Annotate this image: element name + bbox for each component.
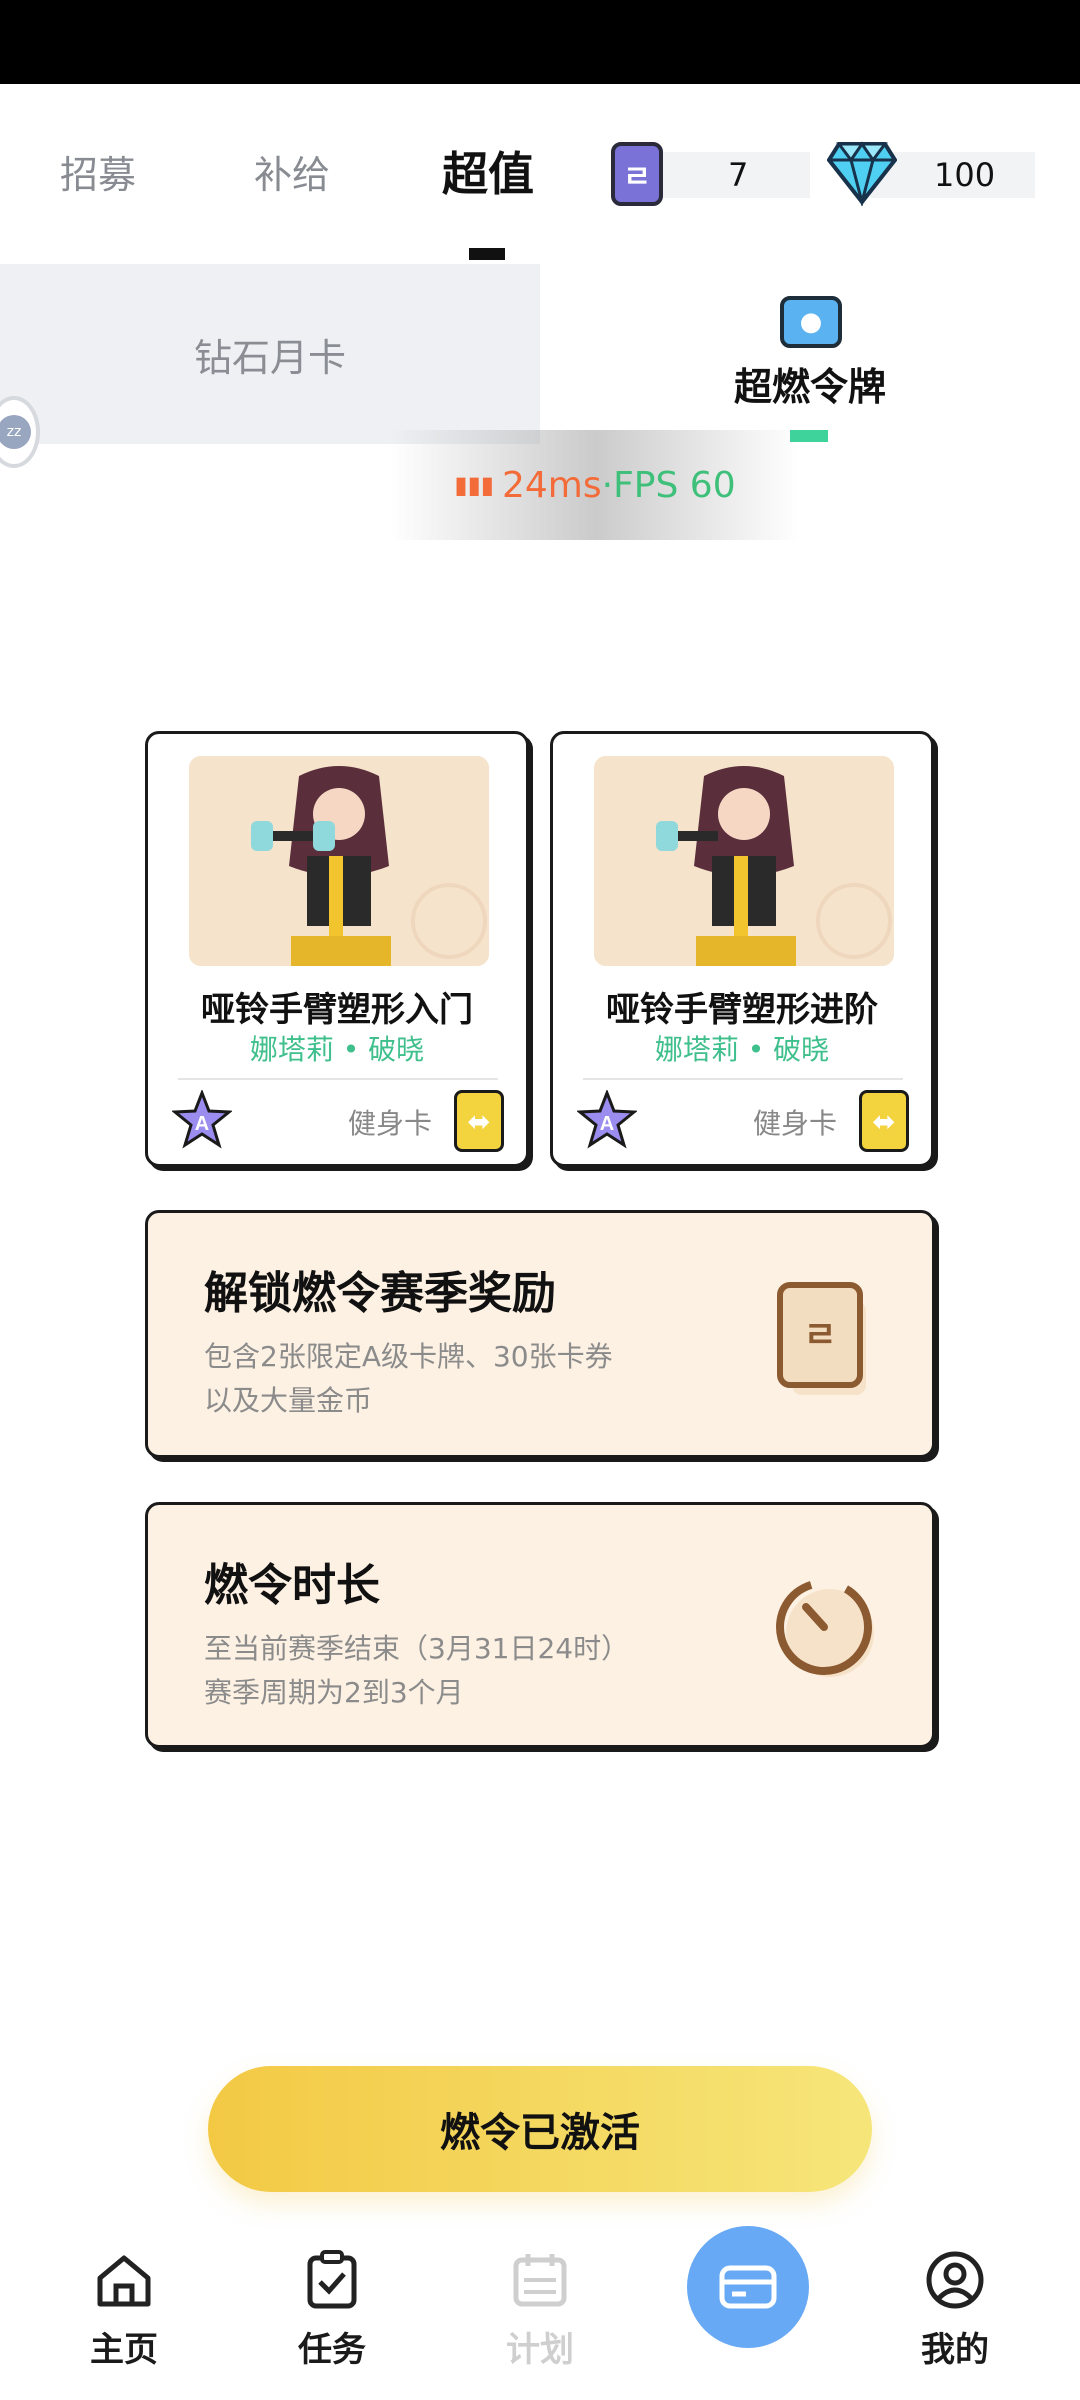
- panel-line: 至当前赛季结束（3月31日24时）: [204, 1632, 630, 1665]
- network-overlay: ▮▮▮ 24ms · FPS 60: [390, 430, 800, 540]
- task-icon: [307, 2250, 357, 2309]
- token-count: 7: [728, 156, 749, 194]
- panel-line: 赛季周期为2到3个月: [204, 1676, 464, 1709]
- card-character-image: [189, 756, 489, 966]
- nav-label: 任务: [298, 2330, 366, 2370]
- token-card-icon: ㄹ: [777, 1282, 866, 1395]
- timer-icon: [776, 1579, 874, 1677]
- profile-icon: [926, 2251, 984, 2309]
- bottom-nav: 主页 任务 计划 我的: [0, 2226, 1080, 2400]
- nav-home[interactable]: 主页: [54, 2248, 194, 2371]
- token-balance: 7: [650, 152, 810, 198]
- signal-icon: ▮▮▮: [454, 471, 494, 499]
- season-rewards-panel: 解锁燃令赛季奖励 包含2张限定A级卡牌、30张卡券 以及大量金币 ㄹ: [145, 1210, 935, 1458]
- panel-title: 解锁燃令赛季奖励: [204, 1268, 556, 1319]
- tab-value[interactable]: 超值: [442, 138, 534, 204]
- calendar-icon: [513, 2254, 567, 2307]
- net-separator: ·: [601, 464, 614, 506]
- card-title: 哑铃手臂塑形进阶: [606, 990, 878, 1030]
- season-duration-panel: 燃令时长 至当前赛季结束（3月31日24时） 赛季周期为2到3个月: [145, 1502, 935, 1748]
- panel-title: 燃令时长: [204, 1560, 380, 1611]
- nav-tasks[interactable]: 任务: [262, 2248, 402, 2371]
- fitness-card[interactable]: 哑铃手臂塑形进阶 娜塔莉 • 破晓 A 健身卡 ⬌: [550, 731, 934, 1167]
- tab-recruit[interactable]: 招募: [60, 144, 136, 199]
- top-nav: 招募 补给 超值 7 ㄹ 100: [0, 84, 1080, 264]
- card-type-label: 健身卡: [348, 1107, 433, 1140]
- diamond-count: 100: [934, 156, 996, 194]
- dumbbell-icon: ⬌: [859, 1090, 909, 1152]
- latency-value: 24ms: [502, 464, 602, 506]
- card-character-image: [594, 756, 894, 966]
- diamond-icon: [827, 141, 897, 206]
- card-divider: [583, 1078, 903, 1080]
- token-activated-button[interactable]: 燃令已激活: [208, 2066, 872, 2192]
- card-subtitle: 娜塔莉 • 破晓: [654, 1033, 830, 1066]
- home-icon: [97, 2255, 151, 2307]
- nav-card[interactable]: [687, 2226, 809, 2348]
- tab-supply[interactable]: 补给: [254, 144, 330, 199]
- card-icon: [719, 2265, 777, 2309]
- svg-text:ㄹ: ㄹ: [803, 1315, 836, 1356]
- dumbbell-icon: ⬌: [454, 1090, 504, 1152]
- droplet-icon: ●: [780, 296, 842, 348]
- nav-plan[interactable]: 计划: [470, 2248, 610, 2371]
- nav-label: 我的: [921, 2330, 989, 2370]
- nav-label: 计划: [506, 2330, 574, 2370]
- card-type-label: 健身卡: [753, 1107, 838, 1140]
- panel-line: 包含2张限定A级卡牌、30张卡券: [204, 1340, 613, 1373]
- subtab-burn-token[interactable]: ● 超燃令牌: [540, 264, 1080, 444]
- fitness-card[interactable]: 哑铃手臂塑形入门 娜塔莉 • 破晓 A 健身卡 ⬌: [145, 731, 529, 1167]
- svg-text:A: A: [195, 1113, 209, 1135]
- floating-ball-label: zz: [0, 415, 31, 449]
- subtab-diamond-monthly-card[interactable]: 钻石月卡: [0, 264, 540, 444]
- card-subtitle: 娜塔莉 • 破晓: [249, 1033, 425, 1066]
- nav-label: 主页: [90, 2330, 158, 2370]
- status-bar: [0, 0, 1080, 84]
- nav-profile[interactable]: 我的: [885, 2248, 1025, 2371]
- card-divider: [178, 1078, 498, 1080]
- subtab-label: 超燃令牌: [733, 365, 886, 409]
- rank-star-icon: A: [172, 1090, 232, 1149]
- card-title: 哑铃手臂塑形入门: [201, 990, 473, 1030]
- svg-text:A: A: [600, 1113, 614, 1135]
- token-icon: ㄹ: [611, 142, 663, 206]
- active-tab-indicator: [469, 248, 505, 260]
- rank-star-icon: A: [577, 1090, 637, 1149]
- fps-value: FPS 60: [613, 464, 736, 506]
- panel-line: 以及大量金币: [204, 1384, 373, 1417]
